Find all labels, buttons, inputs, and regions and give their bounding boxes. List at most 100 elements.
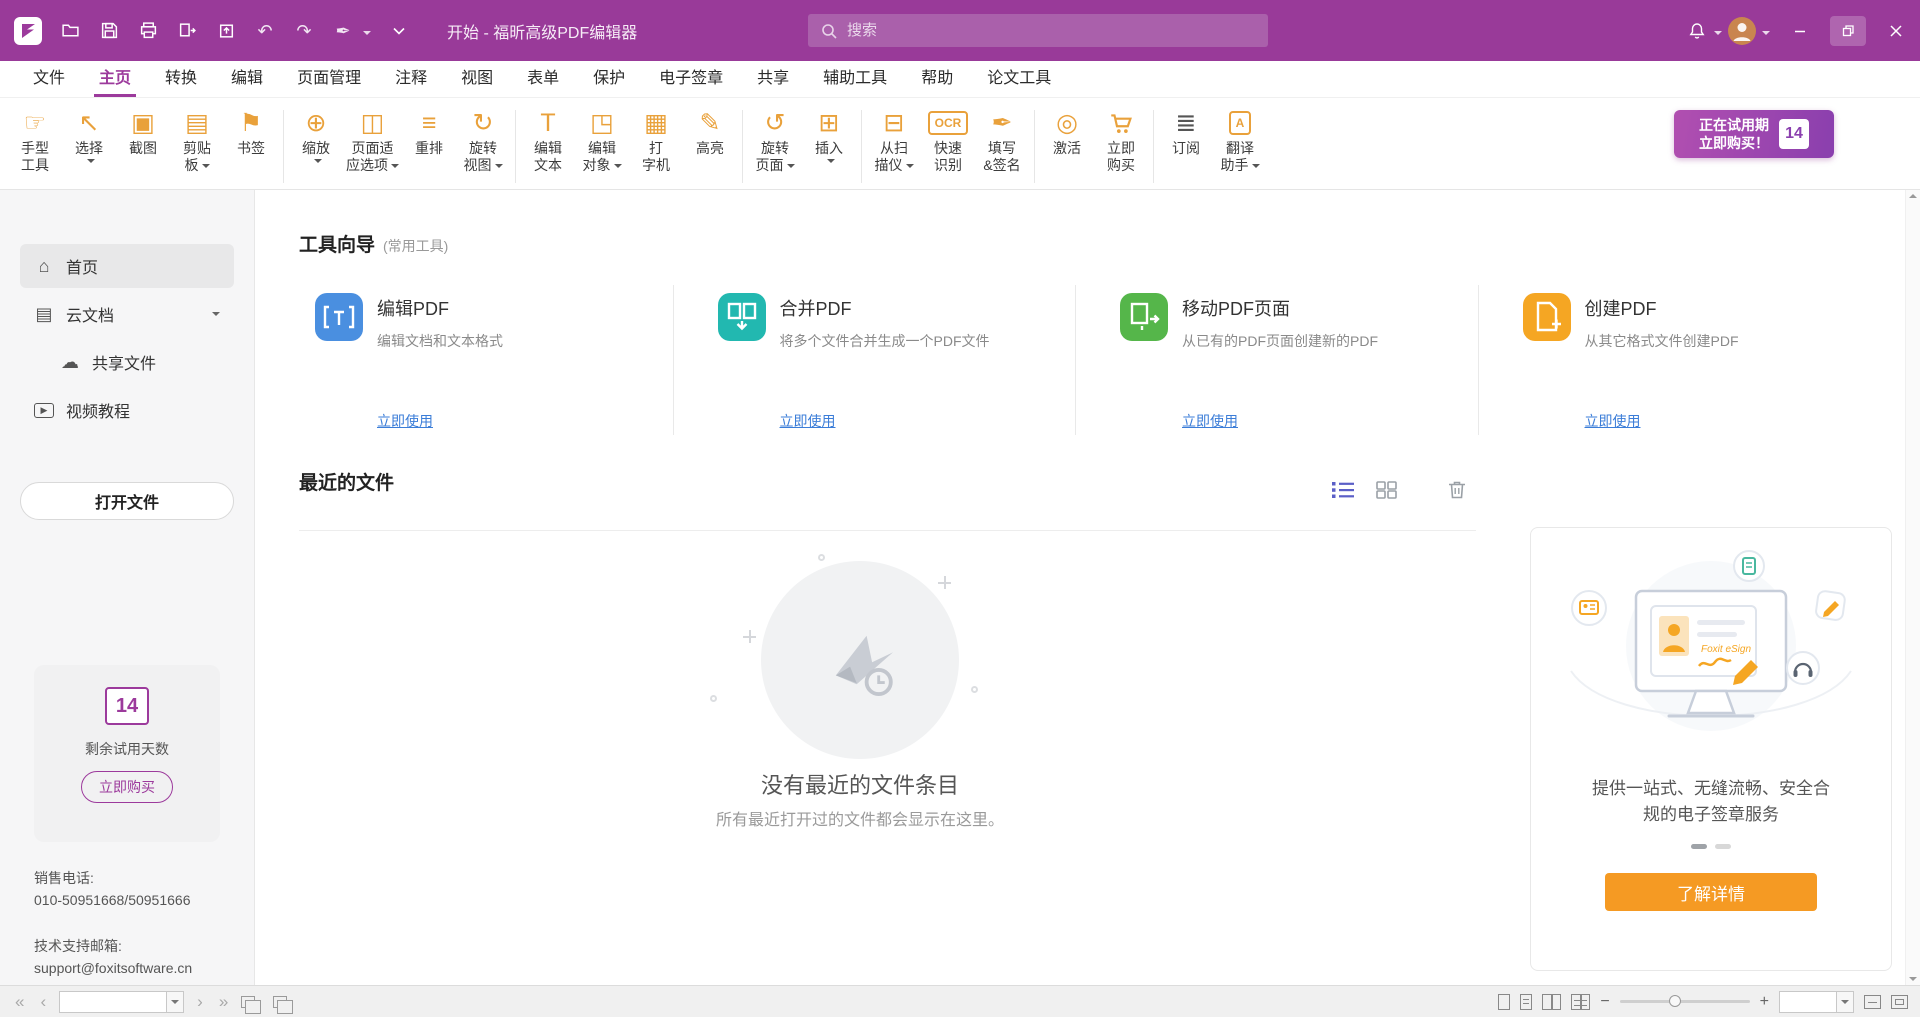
notification-bell-icon[interactable] — [1686, 20, 1708, 42]
customize-toolbar-icon[interactable] — [388, 20, 410, 42]
scroll-up-arrow[interactable] — [1909, 194, 1917, 198]
ribbon-fit-options[interactable]: ◫ 页面适 应选项 — [343, 104, 402, 176]
zoom-in-button[interactable]: + — [1760, 994, 1769, 1010]
learn-more-button[interactable]: 了解详情 — [1605, 873, 1817, 911]
ribbon-highlight[interactable]: ✎ 高亮 — [683, 104, 737, 159]
support-email-link[interactable]: support@foxitsoftware.cn — [34, 957, 192, 979]
ribbon-reflow[interactable]: ≡ 重排 — [402, 104, 456, 159]
menu-protect[interactable]: 保护 — [576, 61, 642, 97]
menu-edit[interactable]: 编辑 — [214, 61, 280, 97]
ribbon-hand-tool[interactable]: ☞ 手型 工具 — [8, 104, 62, 176]
menu-view[interactable]: 视图 — [444, 61, 510, 97]
menu-help[interactable]: 帮助 — [904, 61, 970, 97]
first-page-button[interactable]: « — [12, 993, 27, 1010]
tool-card-organize-pdf[interactable]: 移动PDF页面 从已有的PDF页面创建新的PDF 立即使用 — [1075, 285, 1478, 435]
ribbon-edit-text[interactable]: T 编辑 文本 — [521, 104, 575, 176]
menu-paper-tools[interactable]: 论文工具 — [970, 61, 1068, 97]
user-avatar[interactable] — [1728, 17, 1756, 45]
menu-convert[interactable]: 转换 — [148, 61, 214, 97]
open-file-button[interactable]: 打开文件 — [20, 482, 234, 520]
menu-file[interactable]: 文件 — [16, 61, 82, 97]
last-page-button[interactable]: » — [216, 993, 231, 1010]
menu-home[interactable]: 主页 — [82, 61, 148, 97]
content-scrollbar[interactable] — [1905, 190, 1920, 985]
ribbon-clipboard[interactable]: ▤ 剪贴 板 — [170, 104, 224, 176]
ribbon-fill-sign[interactable]: ✒ 填写 &签名 — [975, 104, 1029, 176]
tool-card-merge-pdf[interactable]: 合并PDF 将多个文件合并生成一个PDF文件 立即使用 — [673, 285, 1076, 435]
single-page-view-icon[interactable] — [1498, 994, 1510, 1010]
ribbon-typewriter[interactable]: ▦ 打 字机 — [629, 104, 683, 176]
ribbon-zoom[interactable]: ⊕ 缩放 — [289, 104, 343, 167]
tool-card-create-pdf[interactable]: 创建PDF 从其它格式文件创建PDF 立即使用 — [1478, 285, 1881, 435]
copy-pages-icon[interactable] — [273, 996, 287, 1008]
chevron-down-icon[interactable] — [212, 312, 220, 320]
print-icon[interactable] — [137, 20, 159, 42]
ribbon-subscribe[interactable]: ≣ 订阅 — [1159, 104, 1213, 159]
fit-width-icon[interactable] — [1864, 995, 1881, 1009]
ribbon-from-scanner[interactable]: ⊟ 从扫 描仪 — [867, 104, 921, 176]
ribbon-select-tool[interactable]: ↖ 选择 — [62, 104, 116, 167]
trial-period-banner[interactable]: 正在试用期 立即购买！ 14 — [1674, 110, 1834, 158]
notification-dropdown-caret[interactable] — [1714, 31, 1722, 39]
page-number-input[interactable] — [59, 991, 167, 1013]
export-pdf-icon[interactable] — [176, 20, 198, 42]
ribbon-edit-object[interactable]: ◳ 编辑 对象 — [575, 104, 629, 176]
page-dropdown-button[interactable] — [167, 991, 184, 1013]
menu-comment[interactable]: 注释 — [378, 61, 444, 97]
redo-icon[interactable]: ↷ — [293, 20, 315, 42]
snapshot-pages-icon[interactable] — [241, 996, 255, 1008]
menu-form[interactable]: 表单 — [510, 61, 576, 97]
close-button[interactable] — [1878, 16, 1914, 46]
zoom-dropdown-button[interactable] — [1837, 991, 1854, 1013]
share-document-icon[interactable] — [215, 20, 237, 42]
menu-accessibility[interactable]: 辅助工具 — [806, 61, 904, 97]
clear-recent-trash-icon[interactable] — [1447, 480, 1467, 499]
ribbon-snapshot[interactable]: ▣ 截图 — [116, 104, 170, 159]
scroll-down-arrow[interactable] — [1909, 977, 1917, 981]
use-now-link[interactable]: 立即使用 — [780, 411, 836, 431]
menu-esign[interactable]: 电子签章 — [642, 61, 740, 97]
carousel-dot-2[interactable] — [1715, 844, 1731, 849]
sidebar-item-shared-files[interactable]: ☁ 共享文件 — [20, 340, 234, 384]
zoom-out-button[interactable]: − — [1600, 994, 1609, 1010]
ribbon-rotate-view[interactable]: ↻ 旋转 视图 — [456, 104, 510, 176]
ribbon-activate[interactable]: ◎ 激活 — [1040, 104, 1094, 159]
fit-page-icon[interactable] — [1891, 995, 1908, 1009]
prev-page-button[interactable]: ‹ — [37, 993, 49, 1010]
esign-pen-icon[interactable]: ✒ — [332, 20, 354, 42]
zoom-level-input[interactable] — [1779, 991, 1837, 1013]
save-icon[interactable] — [98, 20, 120, 42]
use-now-link[interactable]: 立即使用 — [377, 411, 433, 431]
undo-icon[interactable]: ↶ — [254, 20, 276, 42]
ribbon-translate-assistant[interactable]: A 翻译 助手 — [1213, 104, 1267, 176]
open-file-icon[interactable] — [59, 20, 81, 42]
minimize-button[interactable] — [1782, 16, 1818, 46]
sidebar-item-video-tutorials[interactable]: ▶ 视频教程 — [20, 388, 234, 432]
account-dropdown-caret[interactable] — [1762, 31, 1770, 39]
use-now-link[interactable]: 立即使用 — [1182, 411, 1238, 431]
list-view-icon[interactable] — [1332, 481, 1354, 499]
next-page-button[interactable]: › — [194, 993, 206, 1010]
menu-share[interactable]: 共享 — [740, 61, 806, 97]
ribbon-buy-now[interactable]: 立即 购买 — [1094, 104, 1148, 176]
sidebar-item-home[interactable]: ⌂ 首页 — [20, 244, 234, 288]
continuous-view-icon[interactable] — [1520, 994, 1532, 1010]
tool-card-edit-pdf[interactable]: 编辑PDF 编辑文档和文本格式 立即使用 — [299, 285, 673, 435]
sidebar-item-cloud-docs[interactable]: ▤ 云文档 — [20, 292, 234, 336]
menu-page-organize[interactable]: 页面管理 — [280, 61, 378, 97]
grid-view-icon[interactable] — [1376, 481, 1397, 499]
zoom-slider[interactable] — [1620, 1000, 1750, 1003]
zoom-slider-thumb[interactable] — [1669, 995, 1681, 1007]
ribbon-insert[interactable]: ⊞ 插入 — [802, 104, 856, 167]
continuous-facing-view-icon[interactable] — [1571, 994, 1590, 1010]
restore-window-button[interactable] — [1830, 16, 1866, 46]
search-box[interactable] — [808, 14, 1268, 47]
carousel-dot-1[interactable] — [1691, 844, 1707, 849]
facing-view-icon[interactable] — [1542, 994, 1561, 1010]
search-input[interactable] — [847, 22, 1256, 39]
ribbon-bookmark[interactable]: ⚑ 书签 — [224, 104, 278, 159]
ribbon-rotate-pages[interactable]: ↺ 旋转 页面 — [748, 104, 802, 176]
ribbon-quick-ocr[interactable]: OCR 快速 识别 — [921, 104, 975, 176]
esign-dropdown-caret[interactable] — [363, 31, 371, 39]
buy-now-button[interactable]: 立即购买 — [81, 771, 173, 803]
